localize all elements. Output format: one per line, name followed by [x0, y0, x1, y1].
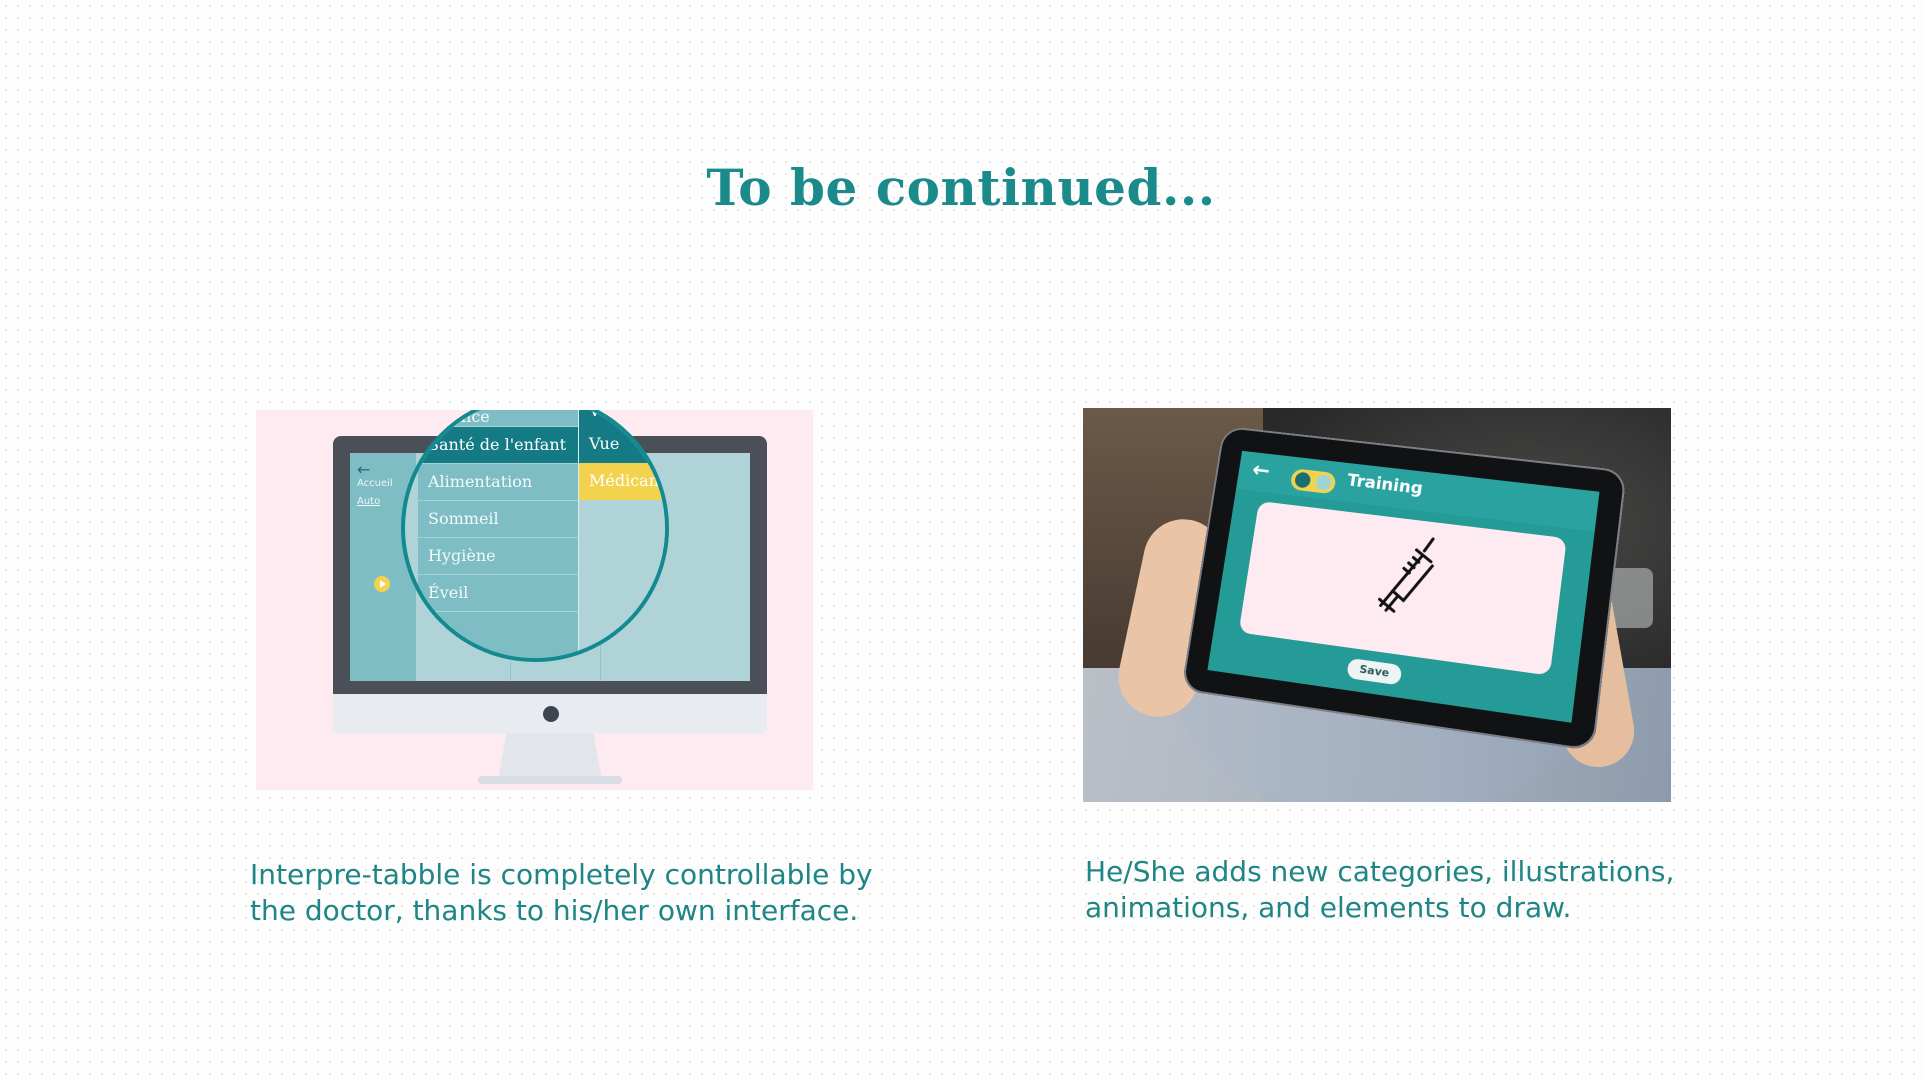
- menu-item-empty: [418, 611, 578, 651]
- back-arrow-icon: ←: [1250, 457, 1272, 484]
- tablet-screen: ← Training Save: [1207, 450, 1600, 723]
- monitor-stand: [498, 734, 602, 780]
- save-button: Save: [1346, 657, 1403, 686]
- menu-item: Alimentation: [418, 463, 578, 500]
- pencil-icon: [1293, 471, 1312, 489]
- left-caption-line2: the doctor, thanks to his/her own interf…: [250, 894, 859, 927]
- page-title: To be continued...: [706, 158, 1216, 217]
- menu-item: Hygiène: [418, 537, 578, 574]
- submenu-item: Médicam...: [579, 463, 665, 500]
- menu-item: Santé de l'enfant: [418, 426, 578, 463]
- left-caption-line1: Interpre-tabble is completely controllab…: [250, 858, 873, 891]
- sidebar-label: Accueil: [357, 478, 393, 489]
- menu-item: Éveil: [418, 574, 578, 611]
- right-caption: He/She adds new categories, illustration…: [1085, 854, 1674, 926]
- camera-dot: [543, 706, 559, 722]
- eraser-icon: [1314, 473, 1333, 492]
- tablet-photo: ← Training Save: [1083, 408, 1671, 802]
- monitor-stand-base: [478, 776, 622, 784]
- syringe-icon: [1367, 527, 1448, 625]
- right-caption-line1: He/She adds new categories, illustration…: [1085, 855, 1675, 888]
- right-caption-line2: animations, and elements to draw.: [1085, 891, 1572, 924]
- play-icon: [374, 576, 390, 592]
- doctor-interface-illustration: ← Accueil Auto ...sance Santé de l'enfan…: [256, 410, 813, 790]
- submenu-item: Vue: [579, 426, 665, 463]
- magnifier-lens: ...sance Santé de l'enfant Alimentation …: [401, 410, 669, 662]
- back-arrow-icon: ←: [357, 460, 371, 479]
- menu-item: Sommeil: [418, 500, 578, 537]
- sidebar-label: Auto: [357, 496, 381, 507]
- drawing-card: [1238, 501, 1567, 676]
- submenu-item: Vu...: [579, 410, 665, 426]
- left-caption: Interpre-tabble is completely controllab…: [250, 857, 873, 929]
